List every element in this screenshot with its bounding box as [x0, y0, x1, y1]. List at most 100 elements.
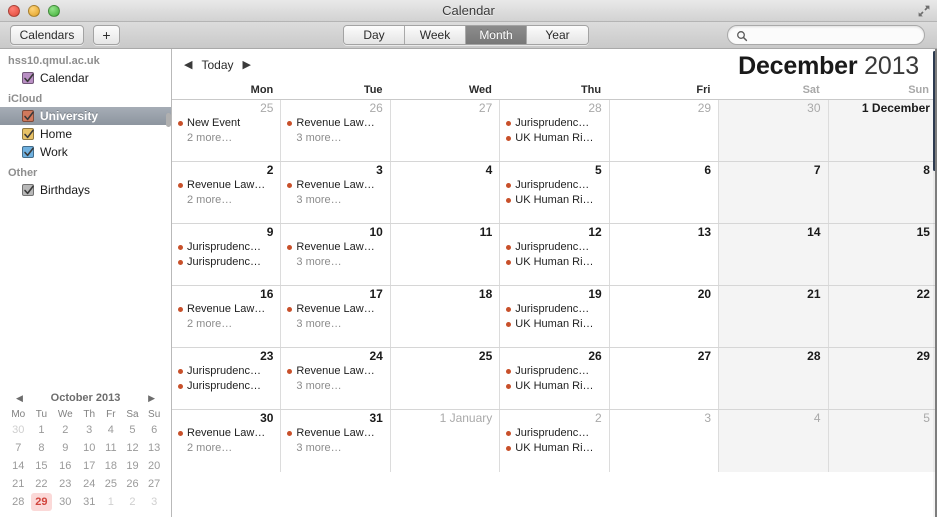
- mini-calendar-next-icon[interactable]: ▶: [148, 393, 155, 404]
- day-cell[interactable]: 4: [719, 410, 829, 472]
- day-cell[interactable]: 1 December: [828, 100, 937, 161]
- day-cell[interactable]: 13: [610, 224, 720, 285]
- prev-month-icon[interactable]: ◀: [184, 59, 192, 71]
- mini-calendar-day[interactable]: 1: [31, 421, 53, 439]
- view-tab-month[interactable]: Month: [466, 26, 527, 44]
- calendar-event[interactable]: Jurisprudenc…: [172, 240, 280, 255]
- mini-calendar-prev-icon[interactable]: ◀: [16, 393, 23, 404]
- calendar-event[interactable]: Revenue Law…: [281, 240, 389, 255]
- more-events-link[interactable]: 2 more…: [172, 317, 280, 332]
- calendar-event[interactable]: Revenue Law…: [281, 426, 389, 441]
- day-cell[interactable]: 28: [719, 348, 829, 409]
- day-cell[interactable]: 15: [828, 224, 937, 285]
- mini-calendar-day[interactable]: 30: [6, 421, 31, 439]
- calendar-event[interactable]: Jurisprudenc…: [172, 379, 280, 394]
- mini-calendar-day[interactable]: 11: [100, 439, 122, 457]
- search-input[interactable]: [752, 29, 922, 41]
- day-cell[interactable]: 4: [391, 162, 501, 223]
- day-cell[interactable]: 19 Jurisprudenc… UK Human Ri…: [500, 286, 610, 347]
- day-cell[interactable]: 7: [719, 162, 829, 223]
- more-events-link[interactable]: 3 more…: [281, 255, 389, 270]
- calendar-event[interactable]: UK Human Ri…: [500, 441, 608, 456]
- mini-calendar-day[interactable]: 17: [78, 457, 100, 475]
- day-cell[interactable]: 22: [828, 286, 937, 347]
- mini-calendar-day[interactable]: 2: [122, 493, 144, 511]
- mini-calendar-day[interactable]: 21: [6, 475, 31, 493]
- mini-calendar-day[interactable]: 24: [78, 475, 100, 493]
- day-cell[interactable]: 27: [391, 100, 501, 161]
- calendar-event[interactable]: Jurisprudenc…: [172, 364, 280, 379]
- day-cell[interactable]: 30: [719, 100, 829, 161]
- day-cell[interactable]: 10 Revenue Law… 3 more…: [281, 224, 391, 285]
- day-cell[interactable]: 6: [610, 162, 720, 223]
- calendar-event[interactable]: Revenue Law…: [172, 302, 280, 317]
- next-month-icon[interactable]: ▶: [243, 59, 251, 71]
- more-events-link[interactable]: 3 more…: [281, 131, 389, 146]
- mini-calendar-day[interactable]: 20: [143, 457, 165, 475]
- day-cell[interactable]: 31 Revenue Law… 3 more…: [281, 410, 391, 472]
- calendar-event[interactable]: Revenue Law…: [281, 178, 389, 193]
- calendar-event[interactable]: Revenue Law…: [281, 302, 389, 317]
- day-cell[interactable]: 1 January: [391, 410, 501, 472]
- mini-calendar-day[interactable]: 22: [31, 475, 53, 493]
- day-cell[interactable]: 17 Revenue Law… 3 more…: [281, 286, 391, 347]
- mini-calendar-day[interactable]: 3: [143, 493, 165, 511]
- day-cell[interactable]: 2 Jurisprudenc… UK Human Ri…: [500, 410, 610, 472]
- search-field[interactable]: [727, 25, 925, 45]
- calendar-event[interactable]: Jurisprudenc…: [500, 178, 608, 193]
- calendars-button[interactable]: Calendars: [10, 25, 84, 45]
- mini-calendar-day[interactable]: 1: [100, 493, 122, 511]
- mini-calendar-day[interactable]: 18: [100, 457, 122, 475]
- calendar-event[interactable]: UK Human Ri…: [500, 379, 608, 394]
- day-cell[interactable]: 29: [610, 100, 720, 161]
- day-cell[interactable]: 26 Revenue Law… 3 more…: [281, 100, 391, 161]
- day-cell[interactable]: 25 New Event 2 more…: [172, 100, 282, 161]
- mini-calendar-day[interactable]: 13: [143, 439, 165, 457]
- calendar-event[interactable]: Revenue Law…: [172, 426, 280, 441]
- more-events-link[interactable]: 3 more…: [281, 317, 389, 332]
- day-cell[interactable]: 30 Revenue Law… 2 more…: [172, 410, 282, 472]
- day-cell[interactable]: 2 Revenue Law… 2 more…: [172, 162, 282, 223]
- minimize-button[interactable]: [28, 5, 40, 17]
- close-button[interactable]: [8, 5, 20, 17]
- view-tab-year[interactable]: Year: [527, 26, 588, 44]
- mini-calendar-day[interactable]: 15: [31, 457, 53, 475]
- mini-calendar-day[interactable]: 31: [78, 493, 100, 511]
- mini-calendar-day[interactable]: 6: [143, 421, 165, 439]
- mini-calendar-day[interactable]: 8: [31, 439, 53, 457]
- day-cell[interactable]: 20: [610, 286, 720, 347]
- day-cell[interactable]: 12 Jurisprudenc… UK Human Ri…: [500, 224, 610, 285]
- view-tab-week[interactable]: Week: [405, 26, 466, 44]
- mini-calendar-day[interactable]: 2: [52, 421, 78, 439]
- more-events-link[interactable]: 3 more…: [281, 379, 389, 394]
- calendar-checkbox[interactable]: [22, 146, 34, 158]
- day-cell[interactable]: 5 Jurisprudenc… UK Human Ri…: [500, 162, 610, 223]
- calendar-checkbox[interactable]: [22, 72, 34, 84]
- mini-calendar-day[interactable]: 9: [52, 439, 78, 457]
- day-cell[interactable]: 23 Jurisprudenc… Jurisprudenc…: [172, 348, 282, 409]
- more-events-link[interactable]: 3 more…: [281, 193, 389, 208]
- calendar-event[interactable]: UK Human Ri…: [500, 193, 608, 208]
- day-cell[interactable]: 3: [610, 410, 720, 472]
- calendar-event[interactable]: Jurisprudenc…: [500, 116, 608, 131]
- calendar-event[interactable]: Jurisprudenc…: [500, 302, 608, 317]
- day-cell[interactable]: 26 Jurisprudenc… UK Human Ri…: [500, 348, 610, 409]
- calendar-event[interactable]: Revenue Law…: [172, 178, 280, 193]
- day-cell[interactable]: 29: [828, 348, 937, 409]
- calendar-checkbox[interactable]: [22, 184, 34, 196]
- more-events-link[interactable]: 2 more…: [172, 131, 280, 146]
- mini-calendar-day[interactable]: 23: [52, 475, 78, 493]
- calendar-event[interactable]: Jurisprudenc…: [500, 364, 608, 379]
- day-cell[interactable]: 18: [391, 286, 501, 347]
- calendar-event[interactable]: UK Human Ri…: [500, 255, 608, 270]
- calendar-event[interactable]: Jurisprudenc…: [172, 255, 280, 270]
- add-event-button[interactable]: +: [93, 25, 120, 45]
- mini-calendar-day[interactable]: 14: [6, 457, 31, 475]
- day-cell[interactable]: 9 Jurisprudenc… Jurisprudenc…: [172, 224, 282, 285]
- mini-calendar-day[interactable]: 4: [100, 421, 122, 439]
- mini-calendar-day[interactable]: 26: [122, 475, 144, 493]
- day-cell[interactable]: 3 Revenue Law… 3 more…: [281, 162, 391, 223]
- mini-calendar-day[interactable]: 10: [78, 439, 100, 457]
- calendar-checkbox[interactable]: [22, 110, 34, 122]
- mini-calendar-day[interactable]: 27: [143, 475, 165, 493]
